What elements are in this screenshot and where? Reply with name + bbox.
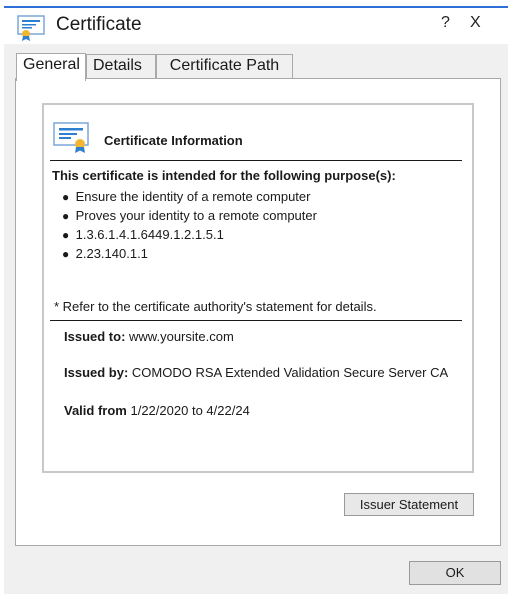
issued-by-field: Issued by: COMODO RSA Extended Validatio… xyxy=(64,365,448,380)
validity-field: Valid from 1/22/2020 to 4/22/24 xyxy=(64,403,250,418)
issuer-statement-button[interactable]: Issuer Statement xyxy=(344,493,474,516)
purpose-list: ● Ensure the identity of a remote comput… xyxy=(62,188,317,264)
dialog-title: Certificate xyxy=(56,14,142,35)
issued-by-value: COMODO RSA Extended Validation Secure Se… xyxy=(131,365,449,380)
general-tab-panel: Certificate Information This certificate… xyxy=(15,78,501,546)
bullet-icon: ● xyxy=(62,209,70,223)
divider xyxy=(50,160,462,161)
bullet-icon: ● xyxy=(62,247,70,261)
list-item: ● 1.3.6.1.4.1.6449.1.2.1.5.1 xyxy=(62,226,317,245)
issued-to-field: Issued to: www.yoursite.com xyxy=(64,329,234,344)
purpose-text: 1.3.6.1.4.1.6449.1.2.1.5.1 xyxy=(75,227,224,242)
refer-note: * Refer to the certificate authority's s… xyxy=(54,299,377,314)
certificate-icon xyxy=(17,15,45,41)
purpose-text: Ensure the identity of a remote computer xyxy=(75,189,311,204)
title-bar: Certificate ? X xyxy=(4,8,508,44)
certificate-info-box: Certificate Information This certificate… xyxy=(42,103,474,473)
purpose-text: 2.23.140.1.1 xyxy=(75,246,148,261)
valid-to-label: to xyxy=(191,403,203,418)
list-item: ● Proves your identity to a remote compu… xyxy=(62,207,317,226)
list-item: ● 2.23.140.1.1 xyxy=(62,245,317,264)
tab-certificate-path[interactable]: Certificate Path xyxy=(156,54,293,79)
certificate-icon xyxy=(53,122,89,153)
issued-by-label: Issued by: xyxy=(64,365,129,380)
valid-from-label: Valid from xyxy=(64,403,127,418)
help-button[interactable]: ? xyxy=(441,14,450,32)
purpose-heading: This certificate is intended for the fol… xyxy=(52,168,396,183)
ok-button[interactable]: OK xyxy=(409,561,501,585)
certificate-dialog: Certificate ? X General Details Certific… xyxy=(4,6,508,594)
certificate-info-heading: Certificate Information xyxy=(104,133,243,148)
list-item: ● Ensure the identity of a remote comput… xyxy=(62,188,317,207)
purpose-text: Proves your identity to a remote compute… xyxy=(75,208,317,223)
valid-to-value: 4/22/24 xyxy=(206,403,250,418)
divider xyxy=(50,320,462,321)
bullet-icon: ● xyxy=(62,190,70,204)
valid-from-value: 1/22/2020 xyxy=(130,403,189,418)
bullet-icon: ● xyxy=(62,228,70,242)
issued-to-label: Issued to: xyxy=(64,329,126,344)
tab-details[interactable]: Details xyxy=(86,54,156,79)
close-button[interactable]: X xyxy=(470,14,481,32)
tab-general[interactable]: General xyxy=(16,53,86,81)
issued-to-value: www.yoursite.com xyxy=(129,329,234,344)
